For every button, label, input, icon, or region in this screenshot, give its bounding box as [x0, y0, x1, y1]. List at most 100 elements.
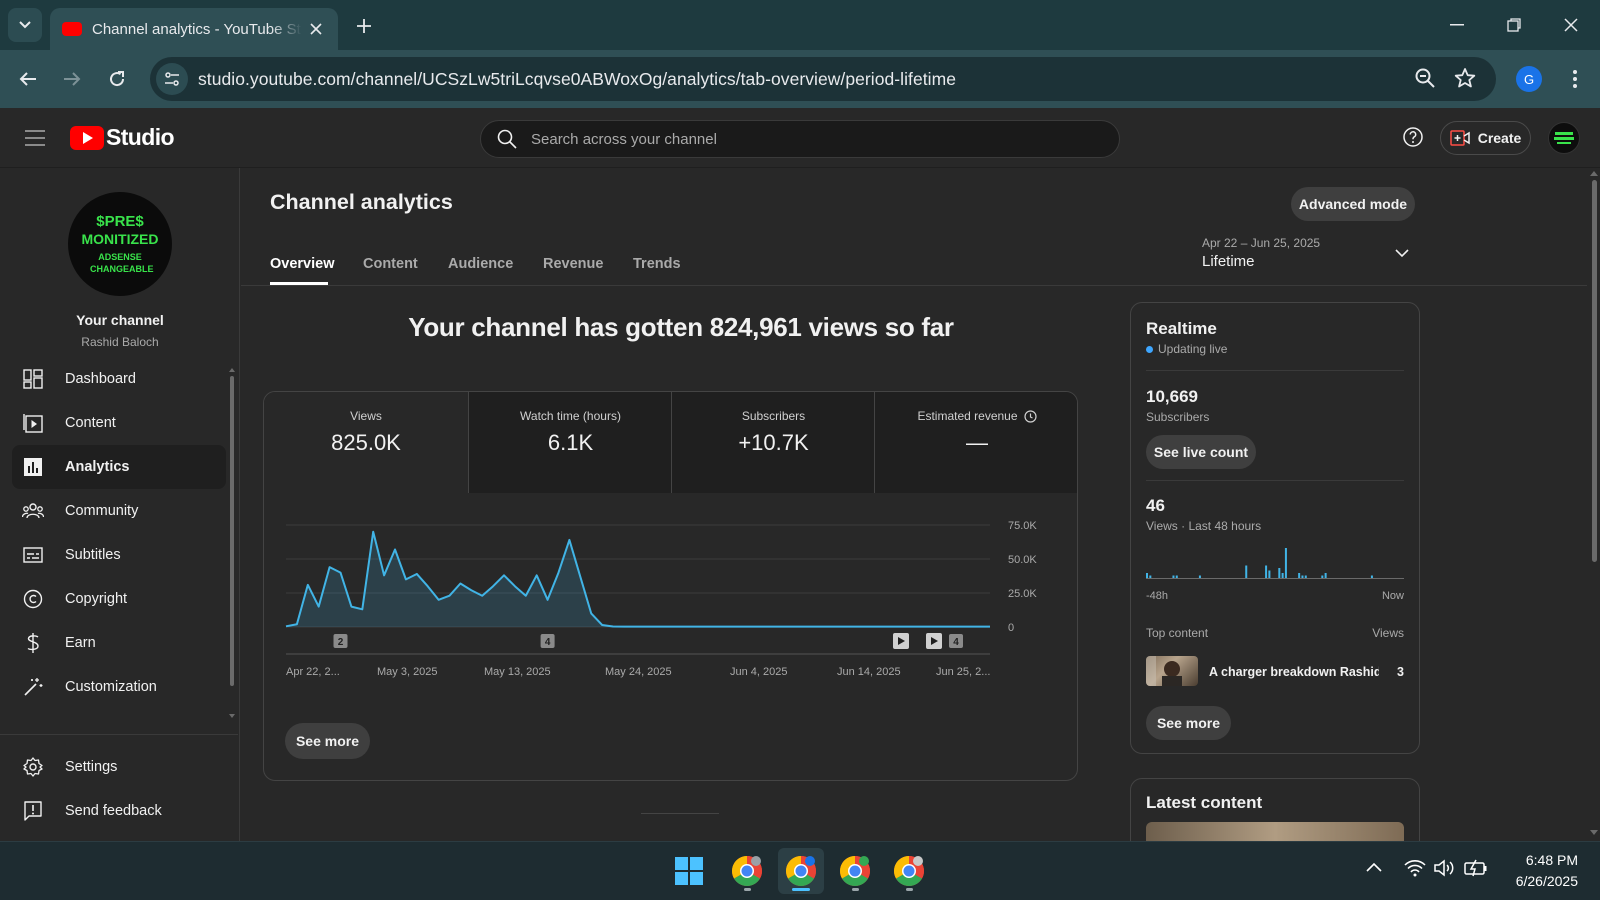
close-window-button[interactable]	[1551, 10, 1591, 40]
metric-value: +10.7K	[738, 430, 809, 455]
sidebar-item-copyright[interactable]: Copyright	[12, 577, 226, 621]
avatar-line-2: MONITIZED	[81, 231, 159, 247]
browser-tab-active[interactable]: Channel analytics - YouTube Studio	[50, 8, 338, 50]
tab-content[interactable]: Content	[363, 256, 418, 272]
tab-close-icon[interactable]	[306, 19, 326, 39]
video-thumbnail[interactable]	[1146, 656, 1198, 686]
period-range[interactable]: Apr 22 – Jun 25, 2025	[1202, 236, 1320, 250]
overview-chart-card: Views 825.0K Watch time (hours) 6.1K Sub…	[263, 391, 1078, 781]
metric-estimated-revenue[interactable]: Estimated revenue —	[874, 392, 1077, 493]
forward-button[interactable]	[56, 63, 88, 95]
address-bar[interactable]: studio.youtube.com/channel/UCSzLw5triLcq…	[150, 57, 1496, 101]
channel-owner-name: Rashid Baloch	[81, 335, 159, 349]
reload-button[interactable]	[101, 63, 133, 95]
tabs-divider	[241, 285, 1587, 286]
realtime-bar	[1268, 570, 1271, 578]
close-icon	[1564, 18, 1578, 32]
realtime-axis-start: -48h	[1146, 590, 1169, 602]
more-vert-icon[interactable]	[1560, 64, 1590, 94]
tab-search-button[interactable]	[8, 8, 42, 42]
new-tab-button[interactable]	[350, 12, 378, 40]
star-bookmark-icon[interactable]	[1454, 67, 1476, 89]
realtime-see-more-button[interactable]: See more	[1146, 706, 1231, 740]
scroll-up-arrow-icon[interactable]	[1590, 170, 1598, 176]
chevron-up-icon[interactable]	[1366, 862, 1382, 872]
metric-watch-time[interactable]: Watch time (hours) 6.1K	[468, 392, 672, 493]
metric-value: 6.1K	[547, 430, 594, 455]
zoom-icon[interactable]	[1414, 67, 1436, 89]
top-video-views: 3	[1397, 665, 1404, 679]
taskbar-chrome-app-3[interactable]	[832, 848, 878, 894]
sidebar-item-label: Content	[65, 415, 116, 431]
channel-avatar[interactable]: $PRE$ MONITIZED ADSENSE CHANGEABLE	[68, 192, 172, 296]
windows-logo-icon	[675, 857, 703, 885]
start-button[interactable]	[666, 848, 712, 894]
views-headline: Your channel has gotten 824,961 views so…	[408, 312, 954, 342]
avatar-line-3: ADSENSE CHANGEABLE	[90, 252, 154, 274]
sidebar-scroll-thumb[interactable]	[230, 376, 234, 686]
account-avatar[interactable]	[1548, 122, 1580, 154]
clock-time[interactable]: 6:48 PM	[1506, 852, 1578, 868]
chrome-icon	[839, 856, 871, 887]
sidebar-item-dashboard[interactable]: Dashboard	[12, 357, 226, 401]
sidebar-item-content[interactable]: Content	[12, 401, 226, 445]
sidebar-item-customization[interactable]: Customization	[12, 665, 226, 709]
period-selector[interactable]: Lifetime	[1202, 253, 1255, 270]
youtube-studio-logo[interactable]: Studio	[70, 124, 175, 151]
tab-audience[interactable]: Audience	[448, 256, 513, 272]
y-tick-label: 0	[1008, 622, 1014, 634]
back-button[interactable]	[12, 63, 44, 95]
chevron-down-icon[interactable]	[1395, 248, 1409, 258]
sidebar-item-label: Settings	[65, 759, 118, 775]
see-more-button[interactable]: See more	[285, 723, 370, 759]
realtime-subscribers-value: 10,669	[1146, 387, 1198, 406]
tab-revenue[interactable]: Revenue	[543, 256, 603, 272]
sidebar-item-send-feedback[interactable]: Send feedback	[12, 789, 226, 833]
help-icon[interactable]	[1402, 126, 1424, 148]
badge-label: 4	[545, 637, 551, 648]
divider	[1146, 370, 1404, 371]
advanced-mode-button[interactable]: Advanced mode	[1291, 187, 1415, 221]
latest-video-thumbnail[interactable]	[1146, 822, 1404, 841]
realtime-bar	[1245, 565, 1248, 578]
y-tick-label: 75.0K	[1008, 520, 1037, 532]
create-button[interactable]: Create	[1440, 121, 1531, 155]
sidebar-item-analytics[interactable]: Analytics	[12, 445, 226, 489]
minimize-icon	[1450, 24, 1464, 26]
taskbar-chrome-app-1[interactable]	[724, 848, 770, 894]
page-title: Channel analytics	[270, 190, 453, 214]
avatar-line-1: $PRE$	[96, 213, 144, 230]
metric-views[interactable]: Views 825.0K	[264, 392, 468, 493]
page-scroll-thumb[interactable]	[1592, 180, 1597, 562]
menu-icon[interactable]	[22, 126, 48, 150]
studio-header: Studio Create	[0, 108, 1600, 168]
site-info-icon[interactable]	[156, 63, 188, 95]
sidebar-item-settings[interactable]: Settings	[12, 745, 226, 789]
taskbar-chrome-app-2[interactable]	[778, 848, 824, 894]
settings-icon	[22, 756, 44, 778]
sidebar-item-community[interactable]: Community	[12, 489, 226, 533]
sidebar-item-subtitles[interactable]: Subtitles	[12, 533, 226, 577]
wifi-icon[interactable]	[1404, 859, 1426, 877]
realtime-bar-chart[interactable]	[1146, 545, 1404, 585]
minimize-window-button[interactable]	[1437, 10, 1477, 40]
see-live-count-button[interactable]: See live count	[1146, 435, 1256, 469]
clock-icon	[1023, 409, 1037, 423]
search-bar[interactable]	[480, 120, 1120, 158]
scroll-down-arrow-icon[interactable]	[1590, 830, 1598, 836]
restore-window-button[interactable]	[1494, 10, 1534, 40]
battery-charging-icon[interactable]	[1464, 859, 1488, 877]
sidebar-item-label: Analytics	[65, 459, 130, 475]
sidebar-item-earn[interactable]: Earn	[12, 621, 226, 665]
arrow-left-icon	[19, 72, 36, 86]
volume-icon[interactable]	[1434, 859, 1456, 877]
metric-subscribers[interactable]: Subscribers +10.7K	[671, 392, 875, 493]
clock-date[interactable]: 6/26/2025	[1500, 873, 1578, 889]
search-input[interactable]	[531, 130, 1091, 148]
tab-trends[interactable]: Trends	[633, 256, 681, 272]
views-chart[interactable]: 75.0K 50.0K 25.0K 0 2 4 4 Apr 22, 2... May 3, 20…	[264, 493, 1078, 703]
taskbar-chrome-app-4[interactable]	[886, 848, 932, 894]
tab-overview[interactable]: Overview	[270, 256, 335, 272]
top-video-title[interactable]: A charger breakdown Rashid ...	[1209, 665, 1379, 679]
browser-profile-avatar[interactable]: G	[1516, 66, 1542, 92]
